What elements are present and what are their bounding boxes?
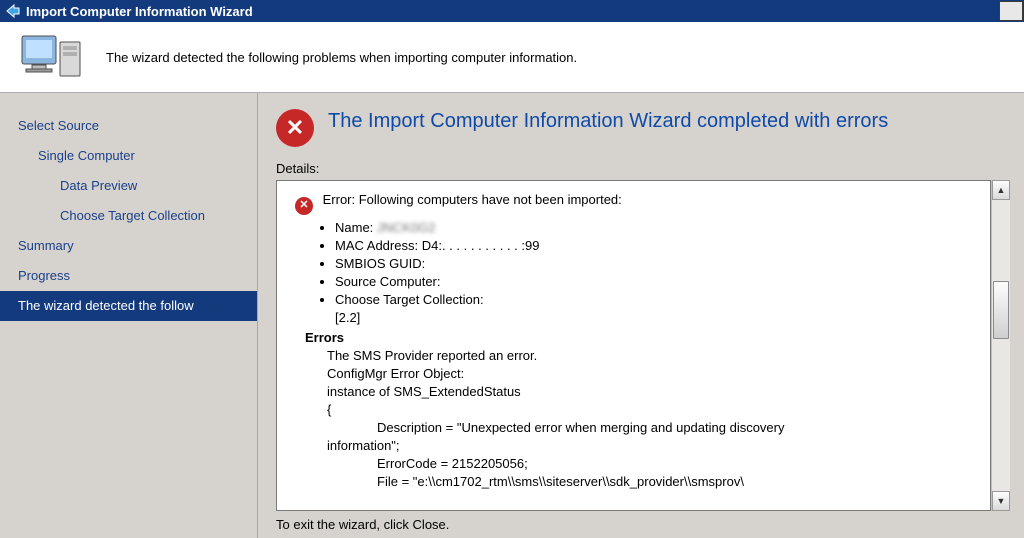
file-value: "e:\\cm1702_rtm\\sms\\siteserver\\sdk_pr… bbox=[413, 474, 744, 489]
step-label: Progress bbox=[18, 268, 70, 283]
scroll-up-button[interactable]: ▲ bbox=[992, 180, 1010, 200]
step-label: Data Preview bbox=[60, 178, 137, 193]
wizard-body: Select Source Single Computer Data Previ… bbox=[0, 93, 1024, 538]
scroll-track[interactable] bbox=[992, 200, 1010, 491]
step-progress[interactable]: Progress bbox=[0, 261, 257, 291]
errors-body: The SMS Provider reported an error. Conf… bbox=[327, 347, 982, 491]
result-title: The Import Computer Information Wizard c… bbox=[328, 109, 888, 133]
desc-value: "Unexpected error when merging and updat… bbox=[457, 420, 785, 435]
errors-subheader: Errors bbox=[305, 329, 982, 347]
computer-icon bbox=[18, 32, 88, 82]
target-label: Choose Target Collection: bbox=[335, 292, 484, 307]
error-heading-row: Error: Following computers have not been… bbox=[295, 191, 982, 215]
step-label: Select Source bbox=[18, 118, 99, 133]
ecode-label: ErrorCode bbox=[377, 456, 437, 471]
field-smbios: SMBIOS GUID: bbox=[335, 255, 982, 273]
mac-label: MAC Address: bbox=[335, 238, 418, 253]
step-errors[interactable]: The wizard detected the follow bbox=[0, 291, 257, 321]
banner: The wizard detected the following proble… bbox=[0, 22, 1024, 93]
error-icon bbox=[276, 109, 314, 147]
result-header: The Import Computer Information Wizard c… bbox=[276, 109, 1010, 147]
field-target: Choose Target Collection: [2.2] bbox=[335, 291, 982, 327]
err-ecode: ErrorCode = 2152205056; bbox=[377, 455, 982, 473]
step-single-computer[interactable]: Single Computer bbox=[0, 141, 257, 171]
step-choose-target[interactable]: Choose Target Collection bbox=[0, 201, 257, 231]
footer-text: To exit the wizard, click Close. bbox=[276, 517, 1010, 532]
step-summary[interactable]: Summary bbox=[0, 231, 257, 261]
mac-value: D4:. . . . . . . . . . . :99 bbox=[422, 238, 540, 253]
err-desc: Description = "Unexpected error when mer… bbox=[377, 419, 982, 437]
details-box[interactable]: Error: Following computers have not been… bbox=[276, 180, 991, 511]
step-label: Choose Target Collection bbox=[60, 208, 205, 223]
step-label: Summary bbox=[18, 238, 74, 253]
name-value: JNCK0G2 bbox=[377, 220, 436, 235]
details-area: Error: Following computers have not been… bbox=[276, 180, 1010, 511]
arrow-icon bbox=[5, 3, 21, 19]
target-extra: [2.2] bbox=[335, 310, 360, 325]
scroll-down-button[interactable]: ▼ bbox=[992, 491, 1010, 511]
window-title: Import Computer Information Wizard bbox=[26, 4, 253, 19]
step-select-source[interactable]: Select Source bbox=[0, 111, 257, 141]
minimize-button[interactable] bbox=[999, 1, 1023, 21]
main-panel: The Import Computer Information Wizard c… bbox=[258, 93, 1024, 538]
error-icon-small bbox=[295, 197, 313, 215]
field-mac: MAC Address: D4:. . . . . . . . . . . :9… bbox=[335, 237, 982, 255]
step-data-preview[interactable]: Data Preview bbox=[0, 171, 257, 201]
steps-sidebar: Select Source Single Computer Data Previ… bbox=[0, 93, 258, 538]
ecode-value: 2152205056; bbox=[452, 456, 528, 471]
title-bar[interactable]: Import Computer Information Wizard bbox=[0, 0, 1024, 22]
field-name: Name: JNCK0G2 bbox=[335, 219, 982, 237]
step-label: The wizard detected the follow bbox=[18, 298, 194, 313]
err-line-1: The SMS Provider reported an error. bbox=[327, 347, 982, 365]
err-line-3: instance of SMS_ExtendedStatus bbox=[327, 383, 982, 401]
scroll-thumb[interactable] bbox=[993, 281, 1009, 339]
banner-message: The wizard detected the following proble… bbox=[106, 50, 577, 65]
error-heading: Error: Following computers have not been… bbox=[323, 192, 622, 207]
wizard-window: Import Computer Information Wizard The w… bbox=[0, 0, 1024, 538]
name-label: Name: bbox=[335, 220, 373, 235]
err-line-4: { bbox=[327, 401, 982, 419]
err-file: File = "e:\\cm1702_rtm\\sms\\siteserver\… bbox=[377, 473, 982, 491]
step-label: Single Computer bbox=[38, 148, 135, 163]
desc-label: Description bbox=[377, 420, 442, 435]
details-scrollbar[interactable]: ▲ ▼ bbox=[991, 180, 1010, 511]
source-label: Source Computer: bbox=[335, 274, 441, 289]
field-source: Source Computer: bbox=[335, 273, 982, 291]
err-line-2: ConfigMgr Error Object: bbox=[327, 365, 982, 383]
computer-fields: Name: JNCK0G2 MAC Address: D4:. . . . . … bbox=[335, 219, 982, 327]
err-desc-cont: information"; bbox=[327, 437, 982, 455]
smbios-label: SMBIOS GUID: bbox=[335, 256, 425, 271]
file-label: File bbox=[377, 474, 398, 489]
details-label: Details: bbox=[276, 161, 1010, 176]
